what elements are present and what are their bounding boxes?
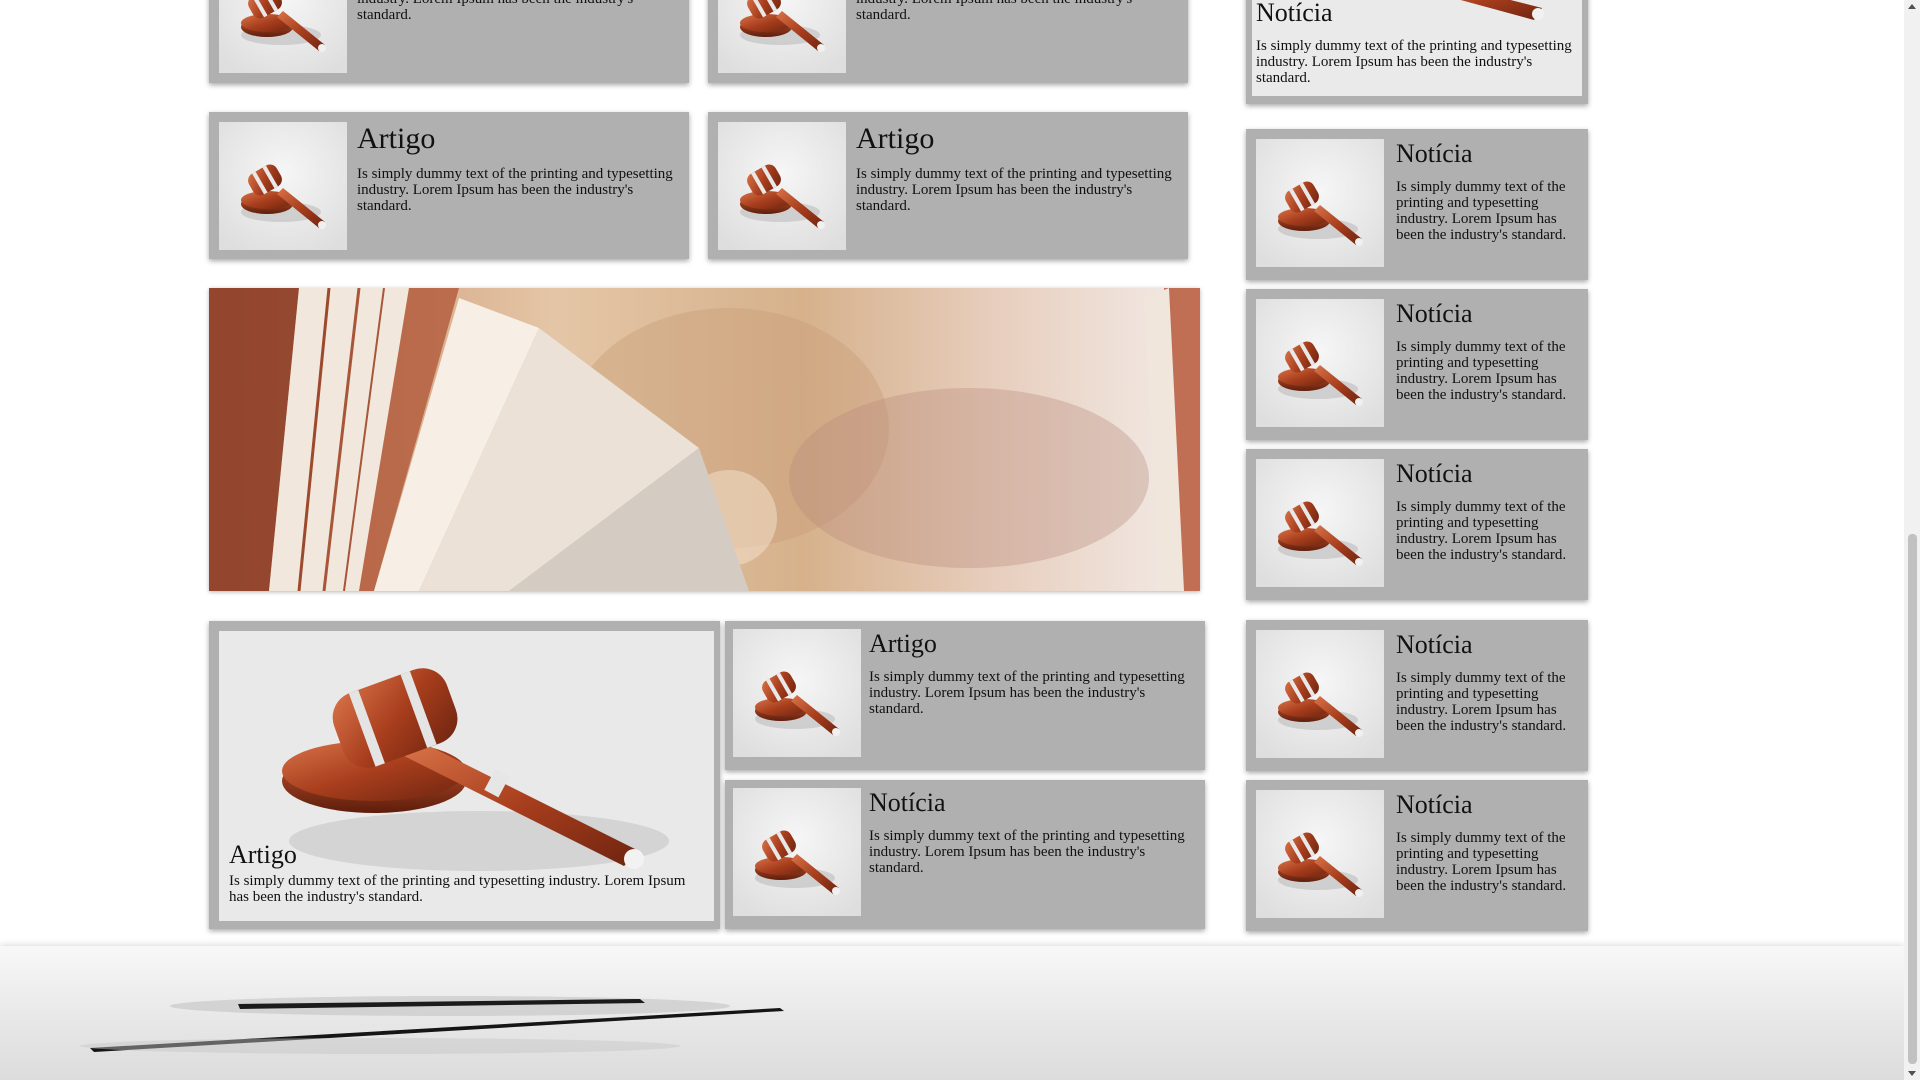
sidebar-news-card[interactable]: Notícia Is simply dummy text of the prin… xyxy=(1246,0,1588,104)
news-text: Is simply dummy text of the printing and… xyxy=(1256,38,1572,86)
news-title[interactable]: Notícia xyxy=(1396,139,1578,169)
gavel-image xyxy=(1256,139,1384,267)
sidebar-news-card-image: Notícia Is simply dummy text of the prin… xyxy=(1252,0,1582,96)
featured-gavel-image: Artigo Is simply dummy text of the print… xyxy=(219,631,714,921)
news-title[interactable]: Notícia xyxy=(1396,790,1578,820)
sidebar-news-card[interactable]: Notícia Is simply dummy text of the prin… xyxy=(1246,289,1588,440)
news-title[interactable]: Notícia xyxy=(1396,299,1578,329)
featured-title[interactable]: Artigo xyxy=(229,840,297,870)
article-text: Is simply dummy text of the printing and… xyxy=(869,669,1185,717)
gavel-image xyxy=(219,0,347,73)
scroll-down-icon[interactable] xyxy=(1908,1071,1916,1076)
sidebar-news-card[interactable]: Notícia Is simply dummy text of the prin… xyxy=(1246,620,1588,771)
gavel-image xyxy=(219,122,347,250)
news-title[interactable]: Notícia xyxy=(1256,0,1333,28)
sidebar-news-card[interactable]: Notícia Is simply dummy text of the prin… xyxy=(1246,780,1588,931)
article-card[interactable]: Is simply dummy text of the printing and… xyxy=(209,0,689,83)
gavel-image xyxy=(733,629,861,757)
gavel-image xyxy=(1256,630,1384,758)
news-text: Is simply dummy text of the printing and… xyxy=(1396,670,1567,734)
article-title[interactable]: Artigo xyxy=(357,122,679,156)
news-text: Is simply dummy text of the printing and… xyxy=(1396,339,1567,403)
article-title[interactable]: Artigo xyxy=(856,122,1178,156)
article-text: Is simply dummy text of the printing and… xyxy=(856,166,1172,214)
gavel-image xyxy=(718,0,846,73)
article-title[interactable]: Artigo xyxy=(869,629,1195,659)
footer-pens-image xyxy=(80,996,784,1054)
scrollbar-thumb[interactable] xyxy=(1908,534,1917,1064)
gavel-image xyxy=(733,788,861,916)
gavel-image xyxy=(1256,459,1384,587)
news-text: Is simply dummy text of the printing and… xyxy=(869,828,1185,876)
featured-text: Is simply dummy text of the printing and… xyxy=(229,873,686,905)
featured-article-card[interactable]: Artigo Is simply dummy text of the print… xyxy=(209,621,720,929)
news-text: Is simply dummy text of the printing and… xyxy=(1396,830,1567,894)
article-text: Is simply dummy text of the printing and… xyxy=(856,0,1132,23)
article-card[interactable]: Artigo Is simply dummy text of the print… xyxy=(708,112,1188,259)
sidebar-news-card[interactable]: Notícia Is simply dummy text of the prin… xyxy=(1246,449,1588,600)
gavel-image xyxy=(718,122,846,250)
gavel-image xyxy=(1256,299,1384,427)
footer xyxy=(0,946,1904,1080)
article-text: Is simply dummy text of the printing and… xyxy=(357,166,673,214)
news-card[interactable]: Notícia Is simply dummy text of the prin… xyxy=(725,780,1205,929)
article-card[interactable]: Artigo Is simply dummy text of the print… xyxy=(209,112,689,259)
sidebar-news-card[interactable]: Notícia Is simply dummy text of the prin… xyxy=(1246,129,1588,280)
banner-book-image xyxy=(209,288,1200,591)
gavel-image xyxy=(1256,790,1384,918)
vertical-scrollbar[interactable] xyxy=(1904,0,1920,1080)
article-card[interactable]: Is simply dummy text of the printing and… xyxy=(708,0,1188,83)
scroll-up-icon[interactable] xyxy=(1908,4,1916,9)
article-text: Is simply dummy text of the printing and… xyxy=(357,0,633,23)
news-text: Is simply dummy text of the printing and… xyxy=(1396,499,1567,563)
news-text: Is simply dummy text of the printing and… xyxy=(1396,179,1567,243)
news-title[interactable]: Notícia xyxy=(869,788,1195,818)
news-title[interactable]: Notícia xyxy=(1396,459,1578,489)
page: Is simply dummy text of the printing and… xyxy=(0,0,1904,1080)
news-title[interactable]: Notícia xyxy=(1396,630,1578,660)
article-card[interactable]: Artigo Is simply dummy text of the print… xyxy=(725,621,1205,770)
